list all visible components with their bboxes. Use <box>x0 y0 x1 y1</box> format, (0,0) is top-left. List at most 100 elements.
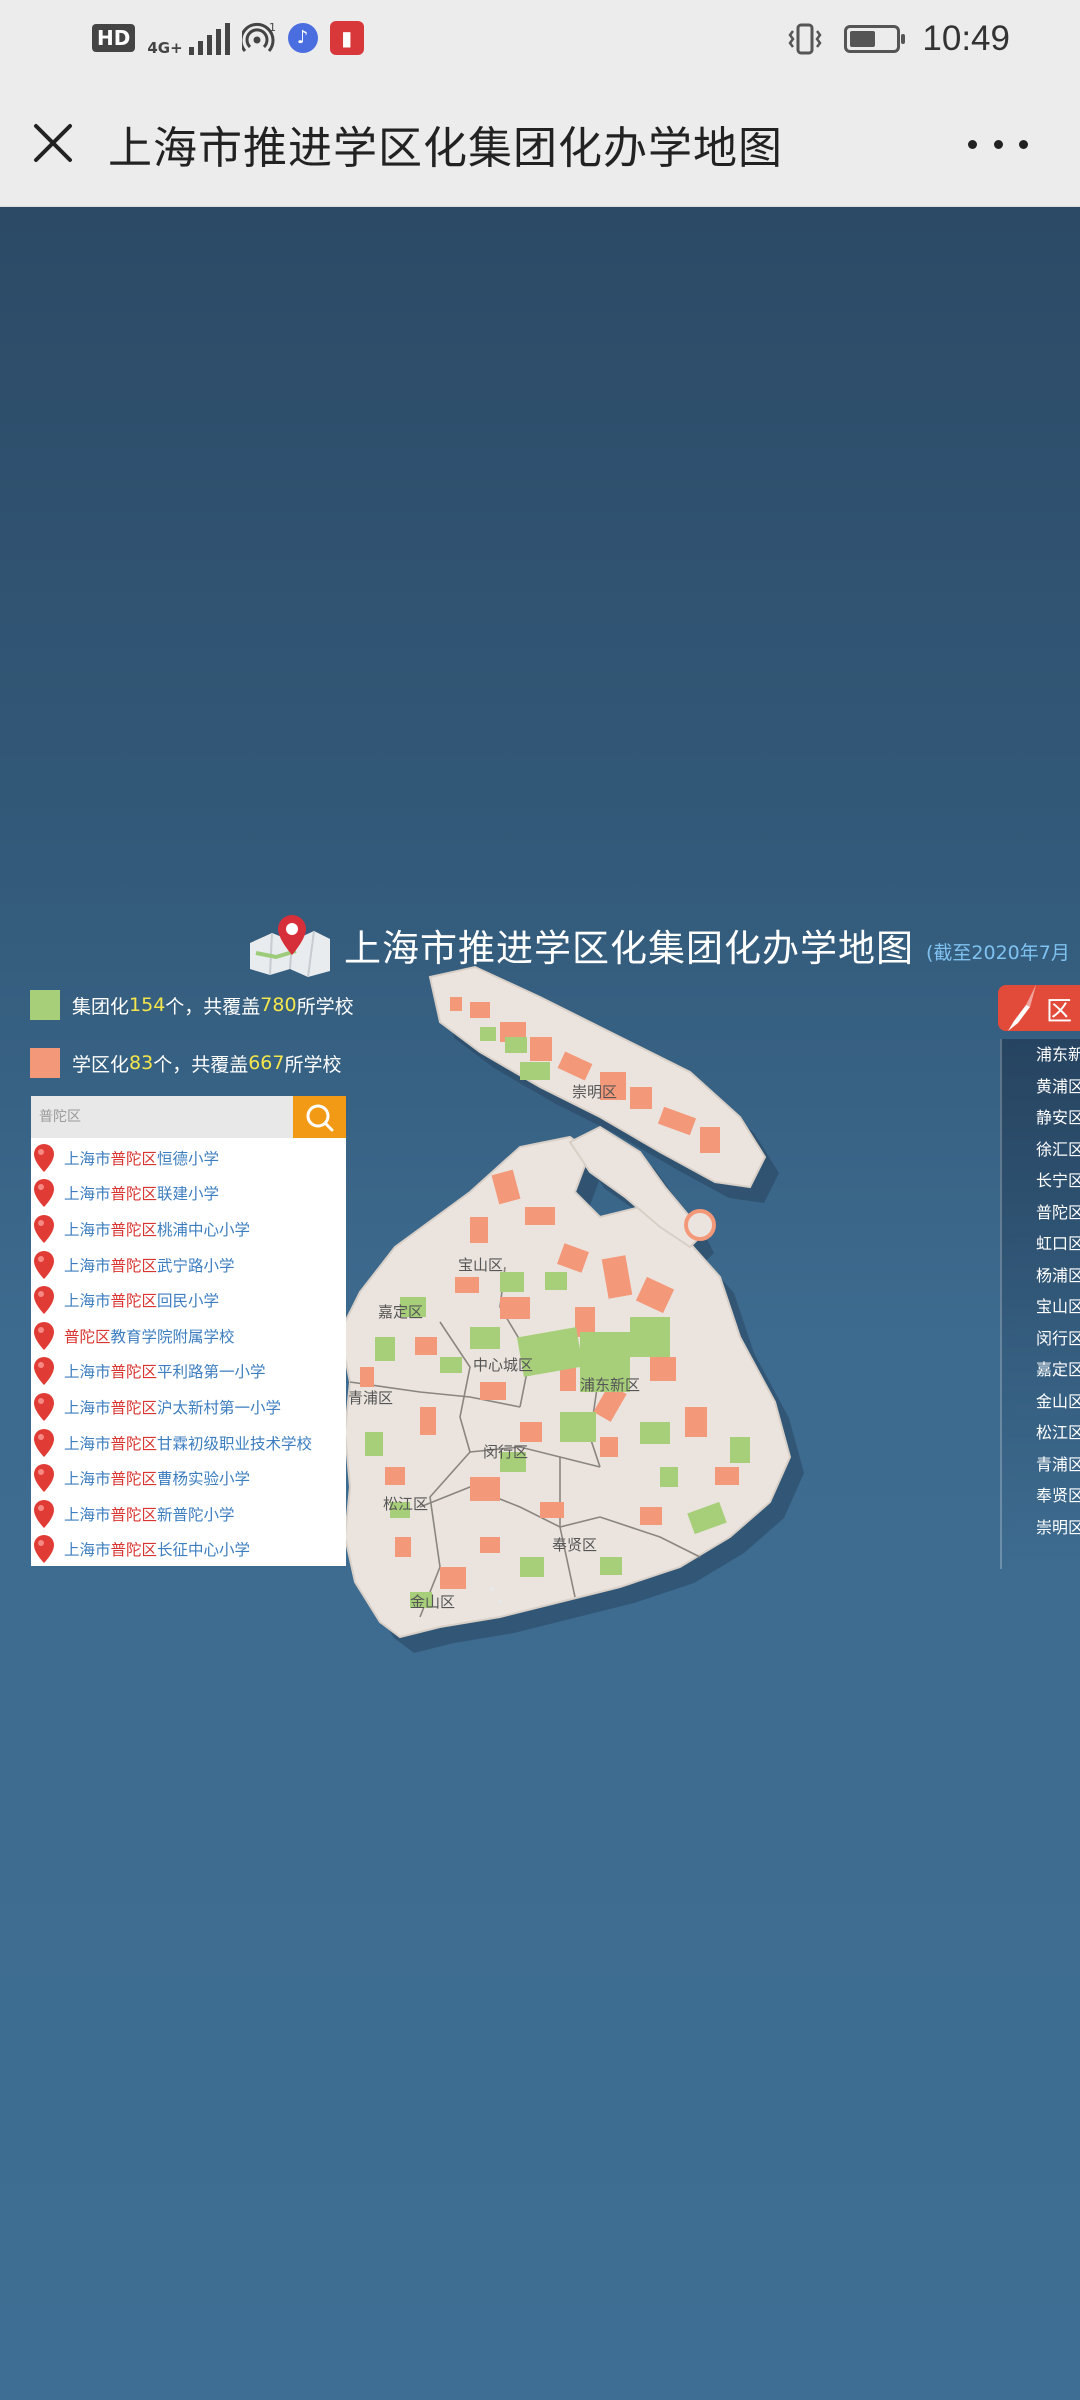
district-item[interactable]: 金山区 <box>1002 1386 1080 1418</box>
district-item[interactable]: 浦东新 <box>1002 1039 1080 1071</box>
result-school: 沪太新村第一小学 <box>157 1398 282 1417</box>
district-item[interactable]: 奉贤区 <box>1002 1480 1080 1512</box>
map-marker-icon <box>34 1143 54 1172</box>
district-item[interactable]: 静安区 <box>1002 1102 1080 1134</box>
page-title: 上海市推进学区化集团化办学地图 <box>108 123 783 174</box>
result-school: 武宁路小学 <box>157 1256 235 1275</box>
district-item[interactable]: 嘉定区 <box>1002 1354 1080 1386</box>
search-result-label: 上海市普陀区甘霖初级职业技术学校 <box>64 1432 312 1454</box>
result-district: 普陀区 <box>110 1398 158 1417</box>
result-district: 普陀区 <box>110 1185 158 1204</box>
result-city: 上海市 <box>64 1398 111 1417</box>
map-marker-icon <box>34 1357 54 1386</box>
search-result-item[interactable]: 上海市普陀区恒德小学 <box>31 1140 346 1176</box>
title-bar: 上海市推进学区化集团化办学地图 <box>0 78 1080 207</box>
district-item[interactable]: 长宁区 <box>1002 1165 1080 1197</box>
district-item[interactable]: 宝山区 <box>1002 1291 1080 1323</box>
district-panel-header[interactable]: 区 <box>998 985 1080 1031</box>
map-marker-icon <box>34 1535 54 1564</box>
search-result-label: 上海市普陀区曹杨实验小学 <box>64 1467 250 1489</box>
result-school: 恒德小学 <box>157 1149 220 1168</box>
status-bar: HD 4G+ 1 ♪ ▮ 10:49 <box>0 0 1080 78</box>
search-results-list: 上海市普陀区恒德小学 上海市普陀区联建小学 上海市普陀区桃浦中心小学 上海市普陀区武宁… <box>31 1140 346 1567</box>
result-city: 上海市 <box>64 1149 111 1168</box>
legend-swatch-group <box>30 990 60 1020</box>
more-options-button[interactable] <box>968 124 1028 164</box>
hotspot-count: 1 <box>269 21 276 34</box>
label-songjiang: 松江区 <box>383 1495 428 1513</box>
map-marker-icon <box>34 1250 54 1279</box>
search-result-item[interactable]: 上海市普陀区桃浦中心小学 <box>31 1211 346 1247</box>
label-fengxian: 奉贤区 <box>552 1536 597 1554</box>
search-result-item[interactable]: 上海市普陀区联建小学 <box>31 1176 346 1212</box>
label-chongming: 崇明区 <box>572 1083 617 1101</box>
district-item[interactable]: 黄浦区 <box>1002 1071 1080 1103</box>
result-school: 回民小学 <box>157 1292 220 1311</box>
search-result-label: 上海市普陀区长征中心小学 <box>64 1538 250 1560</box>
search-result-label: 上海市普陀区联建小学 <box>64 1182 219 1204</box>
result-district: 普陀区 <box>110 1256 158 1275</box>
search-result-item[interactable]: 上海市普陀区武宁路小学 <box>31 1247 346 1283</box>
result-district: 普陀区 <box>110 1541 158 1560</box>
search-panel: 上海市普陀区恒德小学上海市普陀区联建小学上海市普陀区桃浦中心小学上海市普陀区武宁… <box>31 1096 346 1566</box>
search-result-item[interactable]: 上海市普陀区长征中心小学 <box>31 1532 346 1568</box>
map-title-row: 上海市推进学区化集团化办学地图 (截至2020年7月 <box>246 913 1070 977</box>
search-button[interactable] <box>293 1096 346 1138</box>
map-title: 上海市推进学区化集团化办学地图 <box>344 927 914 970</box>
legend-group: 集团化 154 个，共覆盖 780 所学校 <box>30 990 354 1020</box>
district-item[interactable]: 普陀区 <box>1002 1197 1080 1229</box>
district-item[interactable]: 松江区 <box>1002 1417 1080 1449</box>
search-result-item[interactable]: 普陀区教育学院附属学校 <box>31 1318 346 1354</box>
search-result-item[interactable]: 上海市普陀区曹杨实验小学 <box>31 1460 346 1496</box>
hotspot-icon: 1 <box>241 21 276 52</box>
result-city: 上海市 <box>64 1185 111 1204</box>
battery-icon <box>844 25 906 53</box>
search-result-item[interactable]: 上海市普陀区新普陀小学 <box>31 1496 346 1532</box>
result-school: 曹杨实验小学 <box>157 1470 251 1489</box>
result-city: 上海市 <box>64 1363 111 1382</box>
result-city: 上海市 <box>64 1434 111 1453</box>
legend-label: 学区化 <box>72 1053 130 1076</box>
result-school: 联建小学 <box>157 1185 220 1204</box>
result-district: 普陀区 <box>110 1470 158 1489</box>
result-school: 甘霖初级职业技术学校 <box>157 1434 313 1453</box>
vibrate-icon <box>788 23 822 55</box>
district-item[interactable]: 闵行区 <box>1002 1323 1080 1355</box>
result-city: 上海市 <box>64 1220 111 1239</box>
search-result-item[interactable]: 上海市普陀区平利路第一小学 <box>31 1354 346 1390</box>
district-panel-title: 区 <box>1046 997 1073 1027</box>
search-result-label: 上海市普陀区平利路第一小学 <box>64 1360 266 1382</box>
map-marker-icon <box>34 1428 54 1457</box>
district-item[interactable]: 徐汇区 <box>1002 1134 1080 1166</box>
district-item[interactable]: 虹口区 <box>1002 1228 1080 1260</box>
search-row <box>31 1096 346 1138</box>
search-input[interactable] <box>31 1096 293 1138</box>
map-marker-icon <box>34 1321 54 1350</box>
search-result-item[interactable]: 上海市普陀区沪太新村第一小学 <box>31 1389 346 1425</box>
label-pudong: 浦东新区 <box>580 1376 640 1394</box>
search-result-label: 上海市普陀区回民小学 <box>64 1289 219 1311</box>
district-item[interactable]: 青浦区 <box>1002 1449 1080 1481</box>
label-baoshan: 宝山区 <box>458 1256 503 1274</box>
district-panel: 区 浦东新 黄浦区 静安区 徐汇区 长宁区 普陀区 虹口区 杨浦区 宝山区 闵行区 嘉定区 金山区 松江… <box>998 985 1080 1785</box>
result-city: 上海市 <box>64 1505 111 1524</box>
search-result-label: 上海市普陀区武宁路小学 <box>64 1254 235 1276</box>
district-item[interactable]: 崇明区 <box>1002 1512 1080 1544</box>
label-minhang: 闵行区 <box>483 1443 528 1461</box>
search-result-item[interactable]: 上海市普陀区回民小学 <box>31 1282 346 1318</box>
label-jiading: 嘉定区 <box>378 1303 423 1321</box>
hd-indicator: HD <box>92 24 136 52</box>
district-item[interactable]: 杨浦区 <box>1002 1260 1080 1292</box>
close-icon[interactable] <box>28 118 78 168</box>
map-marker-icon <box>34 1499 54 1528</box>
legend-schools: 780 <box>260 994 297 1016</box>
search-result-item[interactable]: 上海市普陀区甘霖初级职业技术学校 <box>31 1425 346 1461</box>
result-school: 长征中心小学 <box>157 1541 251 1560</box>
result-city: 上海市 <box>64 1256 111 1275</box>
result-school: 新普陀小学 <box>157 1505 235 1524</box>
legend-swatch-district <box>30 1048 60 1078</box>
map-marker-icon <box>34 1286 54 1315</box>
result-school: 桃浦中心小学 <box>157 1220 251 1239</box>
map-marker-icon <box>34 1392 54 1421</box>
result-district: 普陀区 <box>110 1220 158 1239</box>
